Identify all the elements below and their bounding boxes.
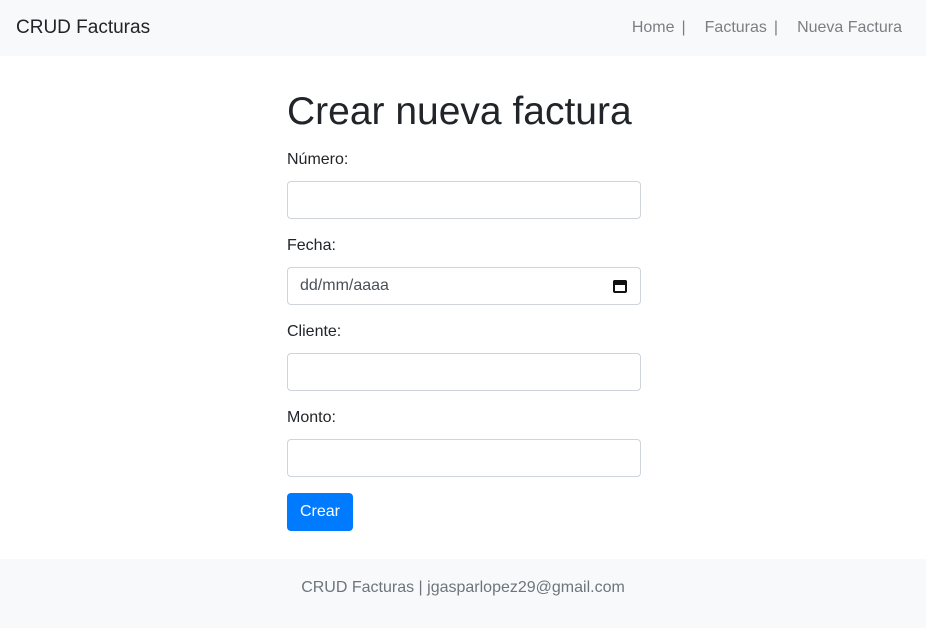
nav-links: Home | Facturas | Nueva Factura bbox=[632, 19, 910, 37]
nav-link-home[interactable]: Home bbox=[632, 19, 675, 37]
numero-input[interactable] bbox=[287, 181, 641, 219]
main-content: Crear nueva factura Número: Fecha: dd/mm… bbox=[287, 56, 641, 531]
calendar-icon[interactable] bbox=[612, 278, 628, 294]
fecha-input[interactable]: dd/mm/aaaa bbox=[287, 267, 641, 305]
invoice-form: Número: Fecha: dd/mm/aaaa Cliente: Monto… bbox=[287, 149, 641, 531]
navbar-brand[interactable]: CRUD Facturas bbox=[16, 17, 150, 39]
create-button[interactable]: Crear bbox=[287, 493, 354, 531]
navbar: CRUD Facturas Home | Facturas | Nueva Fa… bbox=[0, 0, 926, 56]
cliente-label: Cliente: bbox=[287, 323, 342, 340]
monto-label: Monto: bbox=[287, 409, 336, 426]
cliente-input[interactable] bbox=[287, 353, 641, 391]
footer-text: CRUD Facturas | jgasparlopez29@gmail.com bbox=[301, 579, 625, 596]
monto-input[interactable] bbox=[287, 439, 641, 477]
footer: CRUD Facturas | jgasparlopez29@gmail.com bbox=[0, 559, 926, 628]
nav-link-nueva-factura[interactable]: Nueva Factura bbox=[797, 19, 910, 37]
page-title: Crear nueva factura bbox=[287, 90, 632, 133]
fecha-input-value: dd/mm/aaaa bbox=[300, 277, 389, 294]
fecha-label: Fecha: bbox=[287, 237, 336, 254]
nav-separator: | bbox=[773, 19, 779, 36]
numero-label: Número: bbox=[287, 151, 349, 168]
nav-separator: | bbox=[681, 19, 686, 36]
nav-link-facturas[interactable]: Facturas bbox=[705, 19, 767, 37]
